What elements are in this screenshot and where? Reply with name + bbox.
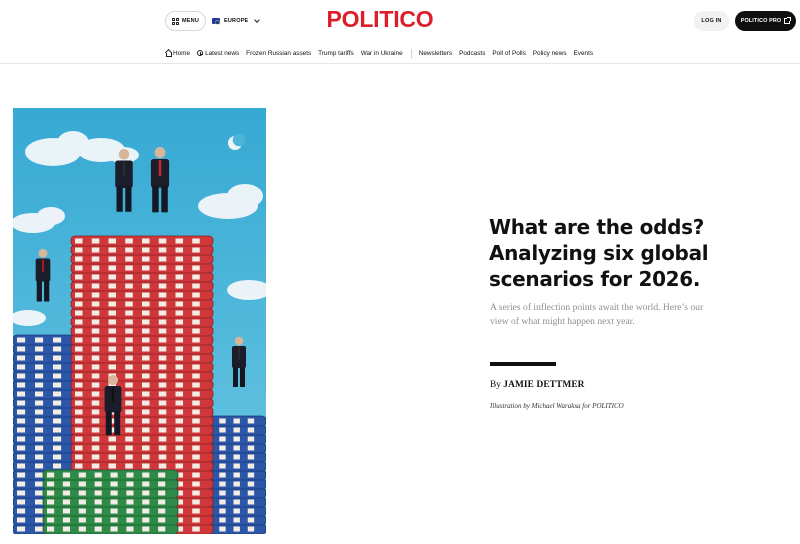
eu-flag-icon xyxy=(212,18,220,25)
nav-item-home[interactable]: Home xyxy=(165,50,190,57)
nav-item-label: Home xyxy=(173,49,191,57)
dek-line: view of what might happen next year. xyxy=(490,316,635,327)
menu-button[interactable]: MENU xyxy=(165,11,206,31)
nav-item-label: Events xyxy=(573,49,594,57)
nav-item-label: Policy news xyxy=(532,49,567,57)
nav-separator xyxy=(410,48,412,58)
dek-line: A series of inflection points await the … xyxy=(490,302,704,313)
home-icon xyxy=(165,50,172,57)
nav-item-label: Frozen Russian assets xyxy=(246,49,312,57)
nav-item-label: Poll of Polls xyxy=(492,49,526,57)
article-headline: What are the odds? Analyzing six global … xyxy=(489,214,759,292)
byline-prefix: By xyxy=(490,380,501,390)
politico-logo[interactable]: POLITICO xyxy=(310,6,450,33)
nav-item-trump-tariffs[interactable]: Trump tariffs xyxy=(318,50,354,57)
pro-label: POLITICO PRO xyxy=(740,18,782,24)
grid-icon xyxy=(172,17,179,25)
author-link[interactable]: JAMIE DETTMER xyxy=(503,380,584,390)
nav-item-poll-of-polls[interactable]: Poll of Polls xyxy=(492,50,525,57)
edition-selector[interactable]: EUROPE xyxy=(212,15,261,27)
byline: By JAMIE DETTMER xyxy=(490,380,585,390)
header-divider xyxy=(0,63,800,64)
nav-item-label: Trump tariffs xyxy=(318,49,354,57)
headline-line: Analyzing six global xyxy=(489,241,709,265)
illustration-credit: Illustration by Michael Waraksa for POLI… xyxy=(490,402,624,410)
nav-item-label: War in Ukraine xyxy=(360,49,403,57)
nav-item-policy-news[interactable]: Policy news xyxy=(533,50,567,57)
headline-line: scenarios for 2026. xyxy=(489,267,701,291)
login-button[interactable]: LOG IN xyxy=(694,11,729,31)
byline-rule xyxy=(490,362,556,366)
nav-item-label: Latest news xyxy=(205,49,240,57)
green-chip-stack xyxy=(42,469,179,534)
nav-item-frozen-russian-assets[interactable]: Frozen Russian assets xyxy=(246,50,311,57)
article-dek: A series of inflection points await the … xyxy=(490,301,730,329)
nav-item-label: Podcasts xyxy=(459,49,486,57)
nav-item-latest-news[interactable]: Latest news xyxy=(197,50,239,57)
edition-label: EUROPE xyxy=(224,18,249,24)
main-nav: Home Latest news Frozen Russian assets T… xyxy=(165,47,600,59)
headline-line: What are the odds? xyxy=(489,215,705,239)
nav-item-label: Newsletters xyxy=(418,49,453,57)
chevron-down-icon xyxy=(254,17,261,23)
politico-pro-button[interactable]: POLITICO PRO xyxy=(735,11,796,31)
menu-label: MENU xyxy=(182,18,199,24)
nav-item-newsletters[interactable]: Newsletters xyxy=(419,50,452,57)
external-link-icon xyxy=(784,17,792,24)
nav-item-podcasts[interactable]: Podcasts xyxy=(459,50,485,57)
top-bar: MENU EUROPE POLITICO LOG IN POLITICO PRO xyxy=(0,0,800,40)
clock-icon xyxy=(197,50,204,56)
hero-illustration xyxy=(13,108,266,534)
nav-item-events[interactable]: Events xyxy=(574,50,594,57)
nav-item-war-in-ukraine[interactable]: War in Ukraine xyxy=(361,50,403,57)
